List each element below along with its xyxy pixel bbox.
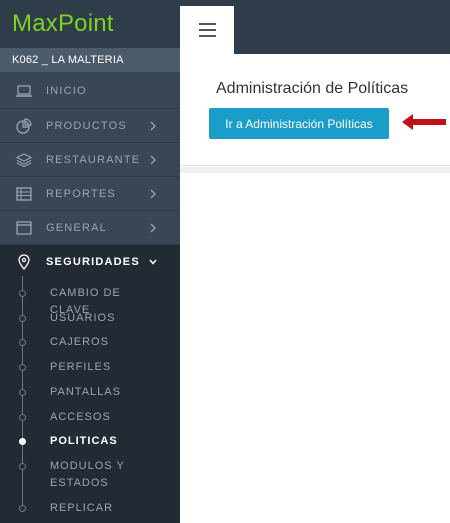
policies-panel: Administración de Políticas Ir a Adminis… bbox=[180, 54, 450, 166]
sidebar-item-seguridades[interactable]: SEGURIDADES bbox=[0, 244, 180, 278]
submenu-item-perfiles[interactable]: PERFILES bbox=[0, 359, 180, 376]
bullet-icon bbox=[19, 364, 26, 371]
submenu-item-label: MODULOS Y ESTADOS bbox=[50, 460, 125, 489]
submenu-item-cajeros[interactable]: CAJEROS bbox=[0, 334, 180, 351]
store-name: K062 _ LA MALTERIA bbox=[12, 54, 124, 66]
submenu-item-politicas[interactable]: POLITICAS bbox=[0, 433, 180, 450]
sidebar-item-productos[interactable]: PRODUCTOS bbox=[0, 108, 180, 142]
submenu-item-usuarios[interactable]: USUARIOS bbox=[0, 310, 180, 327]
hamburger-icon bbox=[198, 23, 216, 25]
submenu-item-label: USUARIOS bbox=[50, 312, 116, 324]
brand-logo[interactable]: MaxPoint bbox=[0, 0, 180, 48]
chevron-right-icon bbox=[150, 155, 156, 165]
laptop-icon bbox=[14, 82, 34, 100]
chevron-down-icon bbox=[149, 259, 157, 265]
submenu-item-label: PANTALLAS bbox=[50, 386, 121, 398]
report-icon bbox=[14, 185, 34, 203]
bullet-icon bbox=[19, 290, 26, 297]
hamburger-icon bbox=[198, 29, 216, 31]
sidebar-item-label: RESTAURANTE bbox=[46, 153, 141, 166]
bullet-icon bbox=[19, 414, 26, 421]
bullet-icon bbox=[19, 463, 26, 470]
go-to-policies-admin-button[interactable]: Ir a Administración Políticas bbox=[209, 108, 389, 139]
chevron-right-icon bbox=[150, 189, 156, 199]
layers-icon bbox=[14, 151, 34, 169]
submenu-item-label: PERFILES bbox=[50, 361, 112, 373]
chevron-right-icon bbox=[150, 223, 156, 233]
brand-name: MaxPoint bbox=[12, 10, 114, 37]
bullet-icon bbox=[19, 505, 26, 512]
sidebar-item-label: REPORTES bbox=[46, 187, 116, 200]
arrow-left-icon bbox=[402, 114, 446, 130]
submenu-item-label: CAJEROS bbox=[50, 336, 109, 348]
submenu-item-label: REPLICAR bbox=[50, 502, 114, 514]
sidebar-item-restaurante[interactable]: RESTAURANTE bbox=[0, 142, 180, 176]
sidebar-item-label: INICIO bbox=[46, 85, 87, 97]
sidebar-item-label: PRODUCTOS bbox=[46, 119, 127, 132]
submenu-item-modulos-y-estados[interactable]: MODULOS Y ESTADOS bbox=[0, 458, 180, 492]
main-content: Administración de Políticas Ir a Adminis… bbox=[180, 54, 450, 523]
sidebar-item-inicio[interactable]: INICIO bbox=[0, 74, 180, 108]
map-pin-icon bbox=[14, 253, 34, 271]
page-title: Administración de Políticas bbox=[216, 80, 409, 97]
submenu-item-cambio-de-clave[interactable]: CAMBIO DE CLAVE bbox=[0, 285, 180, 316]
menu-toggle-button[interactable] bbox=[180, 6, 234, 54]
bullet-icon bbox=[19, 389, 26, 396]
pie-chart-icon bbox=[14, 117, 34, 135]
hamburger-icon bbox=[198, 35, 216, 37]
bullet-icon bbox=[19, 339, 26, 346]
store-selector[interactable]: K062 _ LA MALTERIA bbox=[0, 48, 180, 72]
sidebar-item-reportes[interactable]: REPORTES bbox=[0, 176, 180, 210]
submenu-item-replicar[interactable]: REPLICAR bbox=[0, 500, 180, 517]
submenu-item-label: POLITICAS bbox=[50, 435, 118, 447]
window-icon bbox=[14, 219, 34, 237]
bullet-icon bbox=[19, 315, 26, 322]
bullet-icon bbox=[19, 438, 26, 445]
submenu-item-label: ACCESOS bbox=[50, 411, 111, 423]
sidebar-item-label: SEGURIDADES bbox=[46, 255, 140, 268]
submenu-seguridades: CAMBIO DE CLAVE USUARIOS CAJEROS PERFILE… bbox=[0, 276, 180, 523]
chevron-right-icon bbox=[150, 121, 156, 131]
submenu-item-pantallas[interactable]: PANTALLAS bbox=[0, 384, 180, 401]
submenu-item-accesos[interactable]: ACCESOS bbox=[0, 409, 180, 426]
content-divider bbox=[180, 167, 450, 173]
sidebar-item-general[interactable]: GENERAL bbox=[0, 210, 180, 244]
sidebar-item-label: GENERAL bbox=[46, 221, 107, 234]
sidebar: MaxPoint K062 _ LA MALTERIA INICIO PRODU… bbox=[0, 0, 180, 523]
